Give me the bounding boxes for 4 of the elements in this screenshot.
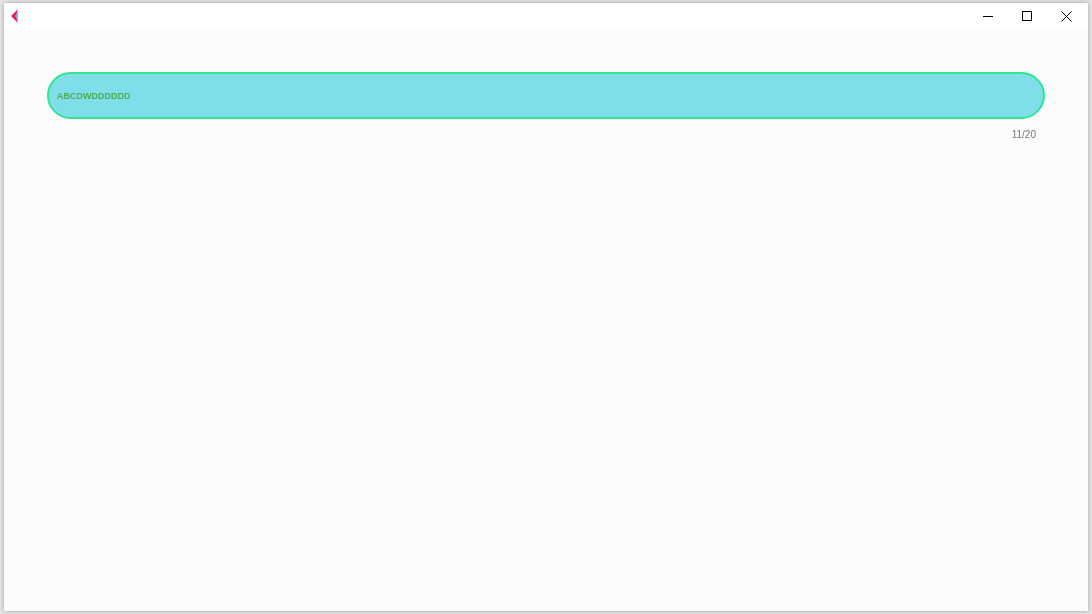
character-counter: 11/20 [1011, 128, 1036, 142]
close-icon [1061, 10, 1072, 22]
maximize-icon [1022, 10, 1033, 22]
text-input-field[interactable]: ABCDWDDDDDD [47, 72, 1045, 119]
